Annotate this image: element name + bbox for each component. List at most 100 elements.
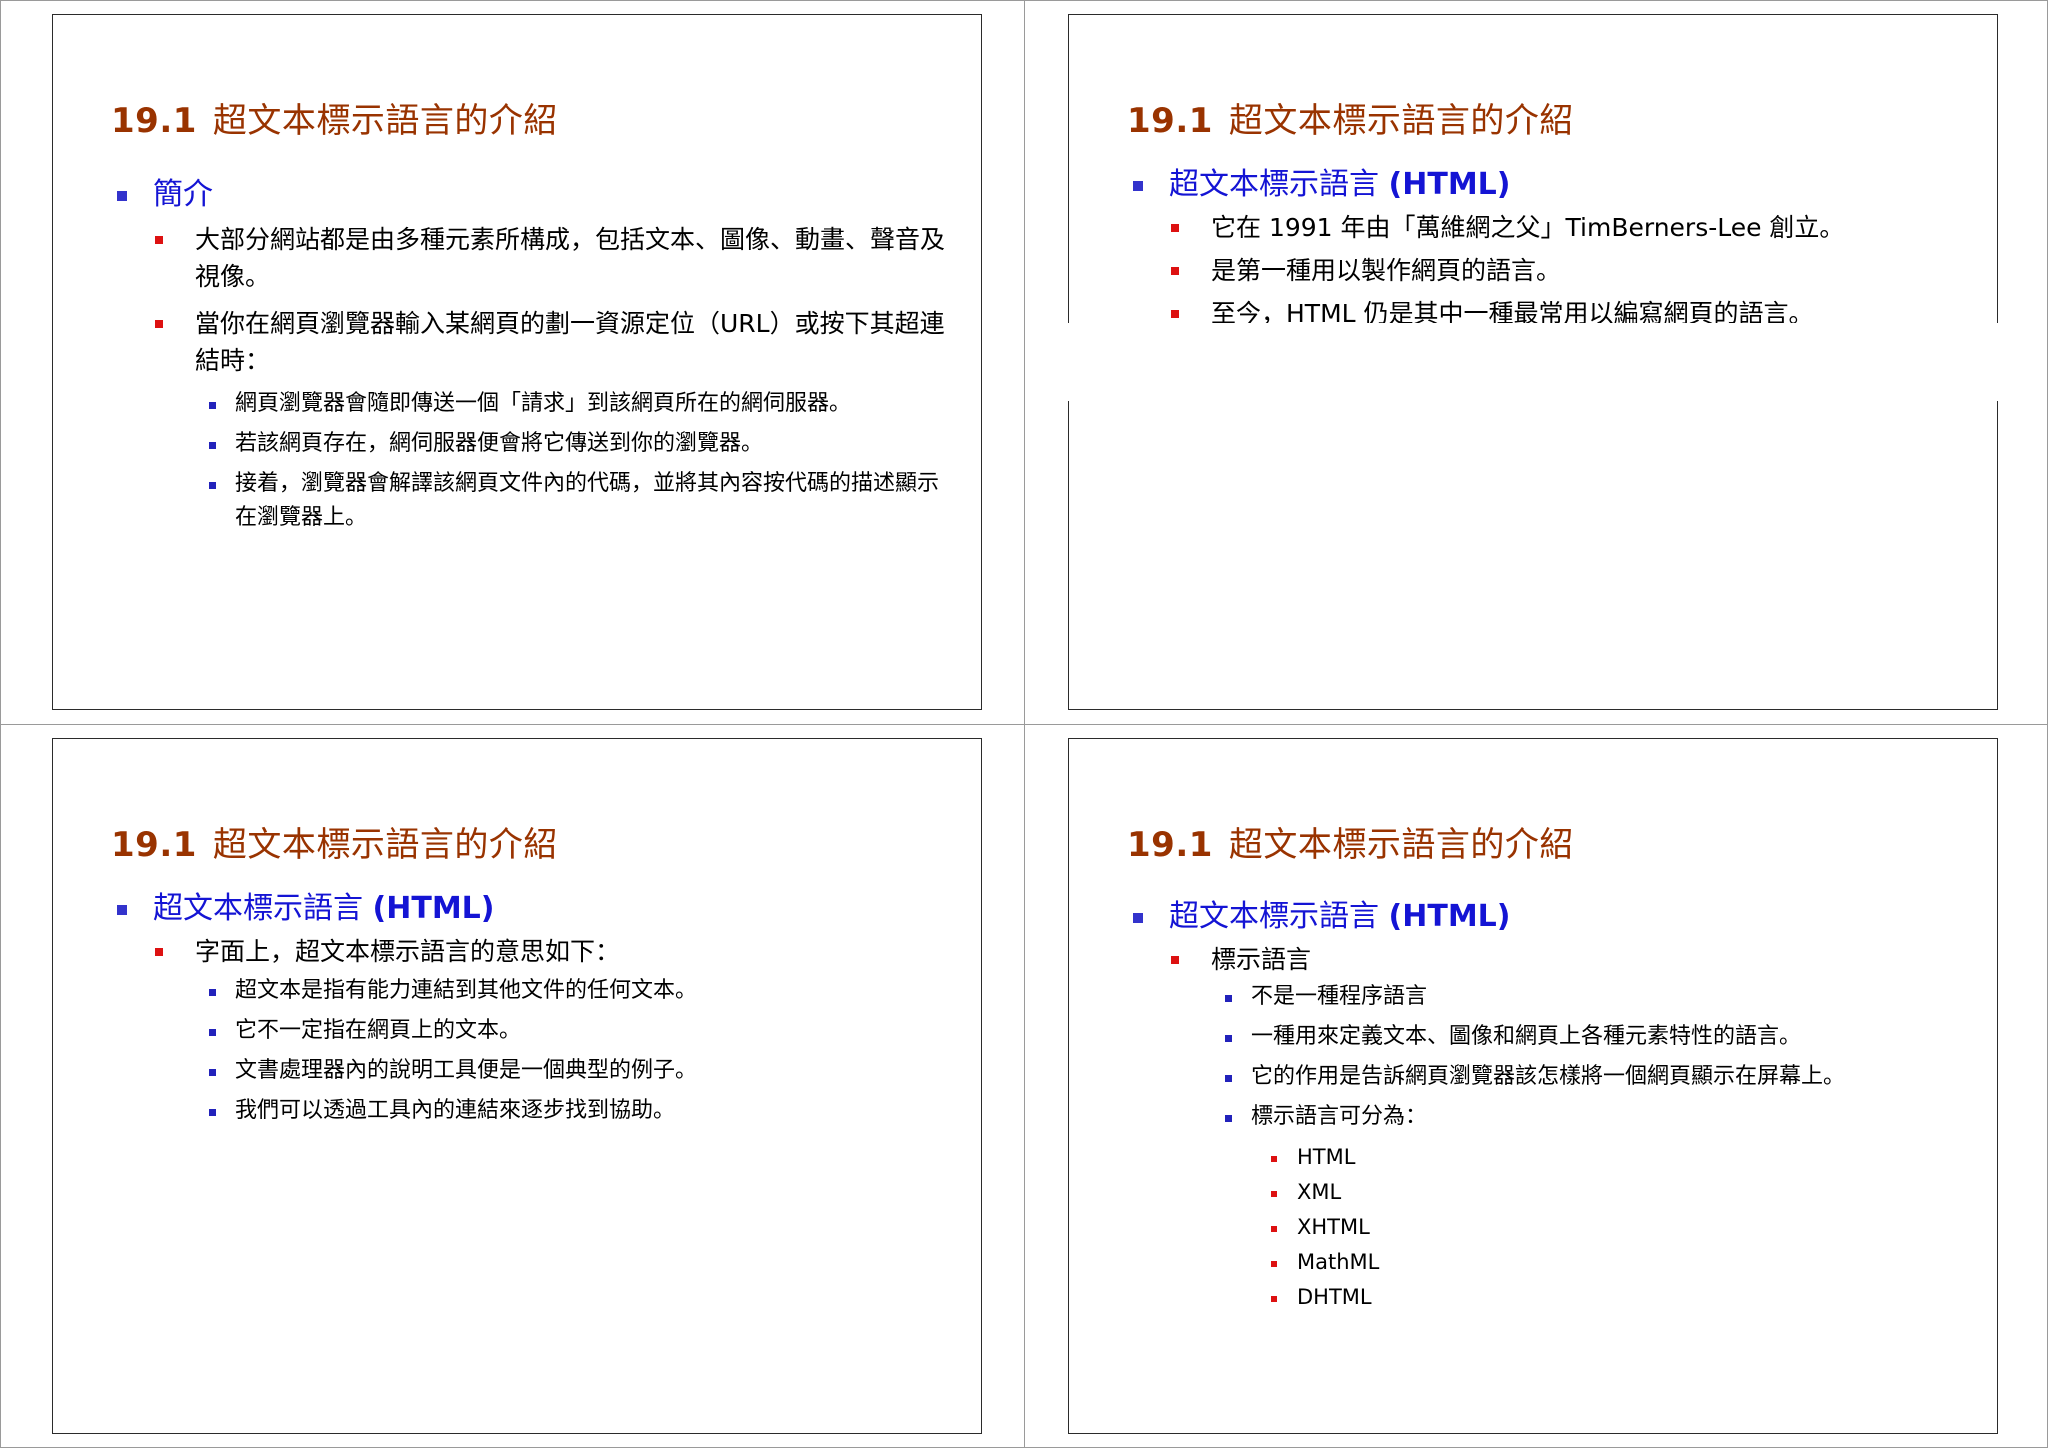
language-list: HTML XML XHTML MathML DHTML bbox=[1169, 1140, 1969, 1315]
sub-list: 它在 1991 年由「萬維網之父」TimBerners-Lee 創立。 是第一種… bbox=[1169, 209, 1969, 332]
title-text: 超文本標示語言的介紹 bbox=[212, 101, 558, 141]
item-text: 超文本是指有能力連結到其他文件的任何文本。 bbox=[235, 978, 698, 1003]
list-item: 超文本標示語言 (HTML) 字面上，超文本標示語言的意思如下： 超文本是指有能… bbox=[113, 889, 953, 1128]
handout-sheet: 19.1 超文本標示語言的介紹 簡介 大部分網站都是由多種元素所構成，包括文本、圖… bbox=[0, 0, 2048, 1448]
list-item: 超文本是指有能力連結到其他文件的任何文本。 bbox=[153, 974, 953, 1008]
item-text: 不是一種程序語言 bbox=[1251, 984, 1428, 1009]
bullet-list: 超文本標示語言 (HTML) 它在 1991 年由「萬維網之父」TimBerne… bbox=[1129, 165, 1969, 342]
square-bullet-icon bbox=[209, 442, 216, 449]
list-item: 文書處理器內的說明工具便是一個典型的例子。 bbox=[153, 1054, 953, 1088]
square-bullet-icon bbox=[209, 482, 216, 489]
square-bullet-icon bbox=[1271, 1191, 1277, 1197]
list-item: 大部分網站都是由多種元素所構成，包括文本、圖像、動畫、聲音及視像。 bbox=[153, 221, 953, 295]
list-item: 簡介 大部分網站都是由多種元素所構成，包括文本、圖像、動畫、聲音及視像。 當你在… bbox=[113, 175, 953, 535]
square-bullet-icon bbox=[1271, 1261, 1277, 1267]
bullet-list: 簡介 大部分網站都是由多種元素所構成，包括文本、圖像、動畫、聲音及視像。 當你在… bbox=[113, 175, 953, 545]
list-item: 它在 1991 年由「萬維網之父」TimBerners-Lee 創立。 bbox=[1169, 209, 1969, 246]
list-item: 超文本標示語言 (HTML) 標示語言 不是一種程序語言 一種用來定義文本、圖像… bbox=[1129, 897, 1969, 1315]
language-name: DHTML bbox=[1297, 1285, 1372, 1309]
sub-list: 大部分網站都是由多種元素所構成，包括文本、圖像、動畫、聲音及視像。 當你在網頁瀏… bbox=[153, 221, 953, 535]
heading-bold-text: (HTML) bbox=[1388, 899, 1511, 934]
item-text: 它的作用是告訴網頁瀏覽器該怎樣將一個網頁顯示在屏幕上。 bbox=[1251, 1064, 1846, 1089]
list-item: MathML bbox=[1169, 1245, 1969, 1280]
slide-3: 19.1 超文本標示語言的介紹 超文本標示語言 (HTML) 字面上，超文本標示語… bbox=[52, 738, 982, 1434]
slide-4: 19.1 超文本標示語言的介紹 超文本標示語言 (HTML) 標示語言 不是一種程… bbox=[1068, 738, 1998, 1434]
language-name: XML bbox=[1297, 1180, 1342, 1204]
square-bullet-icon bbox=[1171, 956, 1179, 964]
square-bullet-icon bbox=[1133, 181, 1143, 191]
slide-2: 19.1 超文本標示語言的介紹 超文本標示語言 (HTML) 它在 1991 年由… bbox=[1067, 14, 2001, 710]
item-text: 一種用來定義文本、圖像和網頁上各種元素特性的語言。 bbox=[1251, 1024, 1802, 1049]
slide-title: 19.1 超文本標示語言的介紹 bbox=[111, 93, 558, 142]
horizontal-divider bbox=[0, 724, 2048, 725]
title-number: 19.1 bbox=[1127, 101, 1213, 141]
square-bullet-icon bbox=[155, 948, 163, 956]
square-bullet-icon bbox=[155, 236, 163, 244]
heading-text: 超文本標示語言 bbox=[1169, 899, 1389, 934]
list-item: 是第一種用以製作網頁的語言。 bbox=[1169, 252, 1969, 289]
section-heading: 超文本標示語言 (HTML) bbox=[1169, 897, 1969, 937]
square-bullet-icon bbox=[1225, 1115, 1232, 1122]
list-item: 當你在網頁瀏覽器輸入某網頁的劃一資源定位（URL）或按下其超連結時： 網頁瀏覽器… bbox=[153, 305, 953, 535]
list-item: 一種用來定義文本、圖像和網頁上各種元素特性的語言。 bbox=[1169, 1020, 1969, 1054]
sub-list: 標示語言 不是一種程序語言 一種用來定義文本、圖像和網頁上各種元素特性的語言。 bbox=[1169, 941, 1969, 1315]
slide-title: 19.1 超文本標示語言的介紹 bbox=[1127, 817, 1574, 866]
square-bullet-icon bbox=[1225, 995, 1232, 1002]
item-text: 字面上，超文本標示語言的意思如下： bbox=[195, 937, 621, 966]
slide-title: 19.1 超文本標示語言的介紹 bbox=[1127, 93, 1574, 142]
language-name: XHTML bbox=[1297, 1215, 1370, 1239]
item-text: 當你在網頁瀏覽器輸入某網頁的劃一資源定位（URL）或按下其超連結時： bbox=[195, 309, 945, 375]
sub-sub-list: 不是一種程序語言 一種用來定義文本、圖像和網頁上各種元素特性的語言。 它的作用是… bbox=[1169, 980, 1969, 1315]
heading-text: 超文本標示語言 bbox=[1169, 167, 1389, 202]
list-item: 它的作用是告訴網頁瀏覽器該怎樣將一個網頁顯示在屏幕上。 bbox=[1169, 1060, 1969, 1094]
list-item: 標示語言可分為： HTML XML XHTML MathML DHTML bbox=[1169, 1100, 1969, 1315]
item-text: 是第一種用以製作網頁的語言。 bbox=[1211, 256, 1562, 285]
title-number: 19.1 bbox=[111, 101, 197, 141]
item-text: 它不一定指在網頁上的文本。 bbox=[235, 1018, 522, 1043]
list-item: 接着，瀏覽器會解譯該網頁文件內的代碼，並將其內容按代碼的描述顯示在瀏覽器上。 bbox=[153, 467, 953, 535]
square-bullet-icon bbox=[117, 191, 127, 201]
square-bullet-icon bbox=[209, 1109, 216, 1116]
render-clip-mask bbox=[1067, 323, 2001, 401]
square-bullet-icon bbox=[1271, 1296, 1277, 1302]
list-item: 網頁瀏覽器會隨即傳送一個「請求」到該網頁所在的網伺服器。 bbox=[153, 387, 953, 421]
title-number: 19.1 bbox=[1127, 825, 1213, 865]
slide-title: 19.1 超文本標示語言的介紹 bbox=[111, 817, 558, 866]
heading-text: 超文本標示語言 bbox=[153, 891, 373, 926]
square-bullet-icon bbox=[209, 1029, 216, 1036]
item-text: 網頁瀏覽器會隨即傳送一個「請求」到該網頁所在的網伺服器。 bbox=[235, 391, 852, 416]
square-bullet-icon bbox=[1171, 224, 1179, 232]
sub-sub-list: 網頁瀏覽器會隨即傳送一個「請求」到該網頁所在的網伺服器。 若該網頁存在，網伺服器… bbox=[153, 387, 953, 535]
list-item: XML bbox=[1169, 1175, 1969, 1210]
square-bullet-icon bbox=[1271, 1156, 1277, 1162]
square-bullet-icon bbox=[1171, 310, 1179, 318]
title-text: 超文本標示語言的介紹 bbox=[212, 825, 558, 865]
item-text: 標示語言可分為： bbox=[1251, 1104, 1428, 1129]
title-number: 19.1 bbox=[111, 825, 197, 865]
list-item: XHTML bbox=[1169, 1210, 1969, 1245]
section-heading: 超文本標示語言 (HTML) bbox=[153, 889, 953, 929]
section-heading: 簡介 bbox=[153, 177, 213, 212]
square-bullet-icon bbox=[1271, 1226, 1277, 1232]
item-text: 文書處理器內的說明工具便是一個典型的例子。 bbox=[235, 1058, 698, 1083]
square-bullet-icon bbox=[1225, 1035, 1232, 1042]
square-bullet-icon bbox=[1171, 267, 1179, 275]
title-text: 超文本標示語言的介紹 bbox=[1228, 101, 1574, 141]
heading-bold-text: (HTML) bbox=[372, 891, 495, 926]
list-item: 它不一定指在網頁上的文本。 bbox=[153, 1014, 953, 1048]
square-bullet-icon bbox=[117, 905, 127, 915]
square-bullet-icon bbox=[1225, 1075, 1232, 1082]
list-item: 超文本標示語言 (HTML) 它在 1991 年由「萬維網之父」TimBerne… bbox=[1129, 165, 1969, 332]
item-text: 若該網頁存在，網伺服器便會將它傳送到你的瀏覽器。 bbox=[235, 431, 764, 456]
list-item: 我們可以透過工具內的連結來逐步找到協助。 bbox=[153, 1094, 953, 1128]
language-name: MathML bbox=[1297, 1250, 1380, 1274]
bullet-list: 超文本標示語言 (HTML) 字面上，超文本標示語言的意思如下： 超文本是指有能… bbox=[113, 889, 953, 1138]
title-text: 超文本標示語言的介紹 bbox=[1228, 825, 1574, 865]
language-name: HTML bbox=[1297, 1145, 1356, 1169]
square-bullet-icon bbox=[155, 320, 163, 328]
item-text: 大部分網站都是由多種元素所構成，包括文本、圖像、動畫、聲音及視像。 bbox=[195, 225, 946, 291]
item-text: 接着，瀏覽器會解譯該網頁文件內的代碼，並將其內容按代碼的描述顯示在瀏覽器上。 bbox=[235, 471, 940, 530]
square-bullet-icon bbox=[209, 989, 216, 996]
bullet-list: 超文本標示語言 (HTML) 標示語言 不是一種程序語言 一種用來定義文本、圖像… bbox=[1129, 897, 1969, 1325]
item-text: 我們可以透過工具內的連結來逐步找到協助。 bbox=[235, 1098, 676, 1123]
